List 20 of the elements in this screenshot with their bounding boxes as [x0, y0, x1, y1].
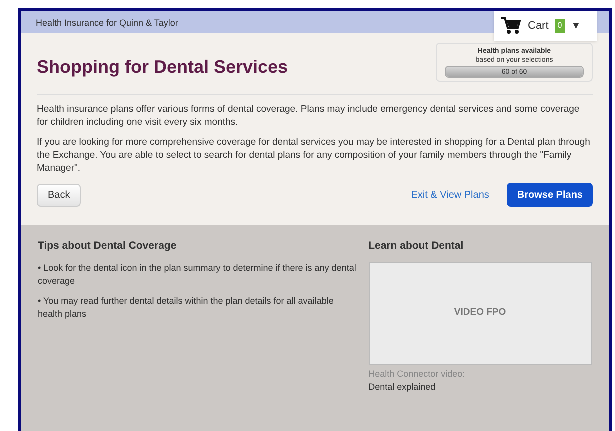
video-placeholder[interactable]: VIDEO FPO — [368, 262, 592, 365]
browse-plans-button[interactable]: Browse Plans — [507, 183, 593, 207]
exit-view-plans-link[interactable]: Exit & View Plans — [411, 188, 490, 202]
video-title: Dental explained — [368, 381, 437, 394]
cart-icon — [500, 16, 522, 36]
cart-count: 0 — [554, 19, 566, 33]
tips-heading: Tips about Dental Coverage — [38, 239, 178, 254]
cart-button[interactable]: Cart 0 ▼ — [494, 11, 597, 41]
header-title: Health Insurance for Quinn & Taylor — [36, 17, 178, 30]
tip-text: • You may read further dental details within the plan details for all available health plans — [38, 294, 335, 321]
back-button[interactable]: Back — [37, 184, 82, 206]
tip-text: • Look for the dental icon in the plan summary to determine if there is any dental coverage — [38, 262, 357, 288]
intro-paragraph: Health insurance plans offer various forms of dental coverage. Plans may include emergency dental services and some coverage for children including one visit every six months. — [37, 103, 581, 129]
page-title: Shopping for Dental Services — [37, 56, 288, 79]
caret-icon: ▼ — [571, 18, 582, 34]
learn-heading: Learn about Dental — [368, 239, 465, 254]
cart-label: Cart — [528, 18, 549, 34]
intro-paragraph: If you are looking for more comprehensive coverage for dental services you may be interested in shopping for a Dental plan through the Exchange. You are able to select to search for dental plans for any composition of your family members through the "Family Manager". — [37, 136, 592, 175]
video-label: VIDEO FPO — [454, 306, 506, 320]
video-caption: Health Connector video: — [368, 368, 466, 381]
